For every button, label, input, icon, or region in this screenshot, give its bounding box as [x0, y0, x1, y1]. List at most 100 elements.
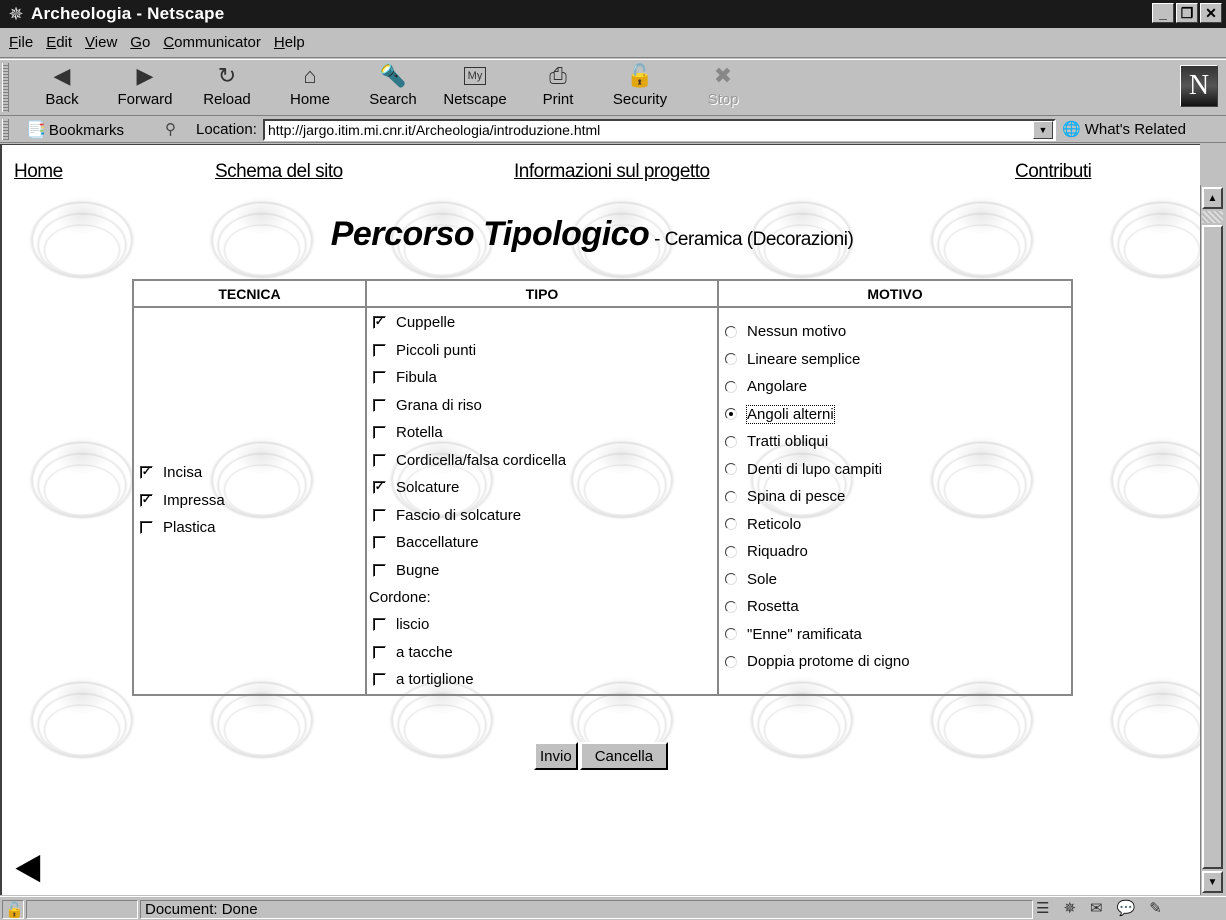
tipo-option[interactable]: ✓ Cuppelle — [367, 309, 717, 337]
checkbox-unchecked[interactable] — [373, 453, 386, 467]
back-arrow-logo-icon[interactable]: ◀ — [15, 845, 40, 887]
scroll-track[interactable] — [1202, 225, 1223, 869]
tipo-option[interactable]: Cordicella/falsa cordicella — [367, 447, 717, 475]
search-button[interactable]: 🔦 Search — [356, 62, 430, 114]
cordone-option[interactable]: a tacche — [367, 639, 717, 667]
forward-button[interactable]: ▶ Forward — [108, 62, 182, 114]
checkbox-checked[interactable]: ✓ — [140, 466, 153, 480]
checkbox-unchecked[interactable] — [140, 521, 153, 535]
radio-unselected[interactable] — [725, 380, 737, 393]
radio-unselected[interactable] — [725, 655, 737, 668]
radio-unselected[interactable] — [725, 518, 737, 531]
checkbox-unchecked[interactable] — [373, 618, 386, 632]
checkbox-unchecked[interactable] — [373, 426, 386, 440]
scroll-thumb[interactable] — [1202, 211, 1223, 223]
tipo-option[interactable]: ✓ Solcature — [367, 474, 717, 502]
radio-unselected[interactable] — [725, 463, 737, 476]
cordone-option[interactable]: liscio — [367, 611, 717, 639]
bookmarks-button[interactable]: 📑 Bookmarks — [26, 120, 124, 140]
security-status[interactable]: 🔓 — [2, 900, 24, 919]
tipo-option[interactable]: Bugne — [367, 557, 717, 585]
motivo-option[interactable]: Angoli alterni — [719, 401, 1071, 429]
submit-button[interactable]: Invio — [534, 742, 578, 770]
netscape-logo[interactable]: N — [1180, 65, 1218, 107]
nav-link-informazioni[interactable]: Informazioni sul progetto — [514, 161, 710, 183]
motivo-option[interactable]: "Enne" ramificata — [719, 621, 1071, 649]
menu-edit[interactable]: Edit — [46, 34, 72, 51]
menu-help[interactable]: Help — [274, 34, 305, 51]
checkbox-checked[interactable]: ✓ — [373, 481, 386, 495]
vertical-scrollbar[interactable]: ▲ ▼ — [1200, 185, 1224, 895]
reset-button[interactable]: Cancella — [579, 742, 669, 770]
reload-button[interactable]: ↻ Reload — [190, 62, 264, 114]
tecnica-option[interactable]: ✓ Impressa — [134, 487, 225, 515]
tipo-option[interactable]: Rotella — [367, 419, 717, 447]
toolbar-grip-handle[interactable] — [2, 63, 9, 112]
menu-communicator[interactable]: Communicator — [163, 34, 261, 51]
checkbox-unchecked[interactable] — [373, 398, 386, 412]
scroll-up-button[interactable]: ▲ — [1202, 187, 1223, 209]
close-button[interactable]: ✕ — [1200, 3, 1222, 23]
motivo-option[interactable]: Rosetta — [719, 593, 1071, 621]
tipo-option[interactable]: Fibula — [367, 364, 717, 392]
motivo-option[interactable]: Riquadro — [719, 538, 1071, 566]
radio-unselected[interactable] — [725, 353, 737, 366]
whats-related-button[interactable]: 🌐 What's Related — [1062, 120, 1186, 139]
tipo-option[interactable]: Piccoli punti — [367, 337, 717, 365]
checkbox-unchecked[interactable] — [373, 645, 386, 659]
navigator-icon[interactable]: ✵ — [1063, 899, 1076, 917]
menu-file[interactable]: File — [9, 34, 33, 51]
tecnica-option[interactable]: Plastica — [134, 514, 225, 542]
url-input[interactable] — [263, 119, 1056, 141]
checkbox-unchecked[interactable] — [373, 508, 386, 522]
print-button[interactable]: ⎙ Print — [521, 62, 595, 114]
minimize-button[interactable]: _ — [1152, 3, 1174, 23]
motivo-option[interactable]: Reticolo — [719, 511, 1071, 539]
radio-unselected[interactable] — [725, 490, 737, 503]
checkbox-unchecked[interactable] — [373, 563, 386, 577]
checkbox-checked[interactable]: ✓ — [140, 493, 153, 507]
url-history-dropdown[interactable]: ▼ — [1033, 121, 1053, 139]
location-grip-handle[interactable] — [2, 119, 9, 140]
home-button[interactable]: ⌂ Home — [273, 62, 347, 114]
stop-button[interactable]: ✖ Stop — [686, 62, 760, 114]
nav-link-contributi[interactable]: Contributi — [1015, 161, 1092, 183]
radio-unselected[interactable] — [725, 435, 737, 448]
motivo-option[interactable]: Sole — [719, 566, 1071, 594]
motivo-option[interactable]: Doppia protome di cigno — [719, 648, 1071, 676]
radio-selected[interactable] — [725, 408, 737, 421]
component-bar-grip-icon[interactable]: ☰ — [1036, 899, 1049, 917]
composer-icon[interactable]: ✎ — [1149, 899, 1162, 917]
radio-unselected[interactable] — [725, 545, 737, 558]
discussion-groups-icon[interactable]: 💬 — [1117, 899, 1136, 917]
motivo-option[interactable]: Tratti obliqui — [719, 428, 1071, 456]
scroll-down-button[interactable]: ▼ — [1202, 871, 1223, 893]
tipo-option[interactable]: Grana di riso — [367, 392, 717, 420]
checkbox-unchecked[interactable] — [373, 371, 386, 385]
security-button[interactable]: 🔓 Security — [603, 62, 677, 114]
netscape-button[interactable]: My Netscape — [438, 62, 512, 114]
page-proxy-icon[interactable]: ⚲ — [165, 120, 176, 138]
mail-icon[interactable]: ✉ — [1090, 899, 1103, 917]
checkbox-unchecked[interactable] — [373, 536, 386, 550]
motivo-option[interactable]: Lineare semplice — [719, 346, 1071, 374]
tipo-option[interactable]: Baccellature — [367, 529, 717, 557]
checkbox-checked[interactable]: ✓ — [373, 316, 386, 330]
motivo-option[interactable]: Angolare — [719, 373, 1071, 401]
nav-link-home[interactable]: Home — [14, 161, 63, 183]
menu-view[interactable]: View — [85, 34, 117, 51]
tipo-option[interactable]: Fascio di solcature — [367, 502, 717, 530]
radio-unselected[interactable] — [725, 628, 737, 641]
radio-unselected[interactable] — [725, 325, 737, 338]
checkbox-unchecked[interactable] — [373, 343, 386, 357]
motivo-option[interactable]: Nessun motivo — [719, 318, 1071, 346]
nav-link-schema-del-sito[interactable]: Schema del sito — [215, 161, 343, 183]
cordone-option[interactable]: a tortiglione — [367, 666, 717, 694]
checkbox-unchecked[interactable] — [373, 673, 386, 687]
menu-go[interactable]: Go — [130, 34, 150, 51]
motivo-option[interactable]: Spina di pesce — [719, 483, 1071, 511]
radio-unselected[interactable] — [725, 600, 737, 613]
motivo-option[interactable]: Denti di lupo campiti — [719, 456, 1071, 484]
restore-button[interactable]: ❐ — [1176, 3, 1198, 23]
back-button[interactable]: ◀ Back — [25, 62, 99, 114]
